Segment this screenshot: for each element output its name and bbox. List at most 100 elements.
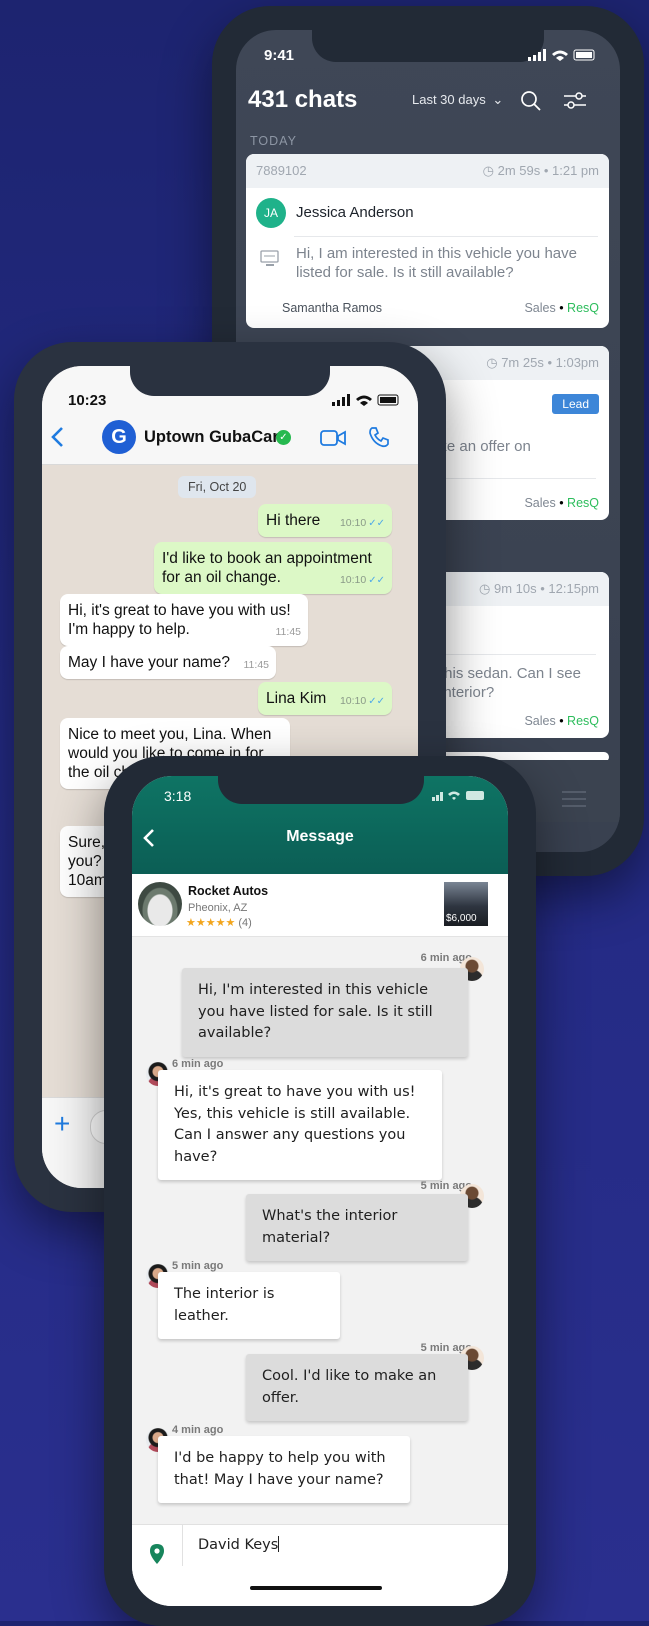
status-icons [528, 49, 598, 62]
verified-check-icon: ✓ [276, 430, 291, 445]
chat-id: 7889102 [256, 163, 307, 178]
dealer-logo [138, 882, 182, 926]
message-screen: 3:18 Message Rocket Autos Pheonix, AZ ★★… [132, 776, 508, 1606]
message-preview: this sedan. Can I see interior? [440, 664, 581, 702]
agent-name: Samantha Ramos [282, 301, 383, 315]
dealer-location: Pheonix, AZ [188, 902, 248, 914]
phone-call-icon[interactable] [368, 426, 390, 448]
chat-duration: 2m 59s [497, 163, 541, 178]
chevron-down-icon: ⌄ [492, 92, 504, 107]
dept-tag: Sales [524, 714, 556, 728]
status-icons [432, 790, 488, 802]
range-filter[interactable]: Last 30 days ⌄ [412, 92, 503, 108]
contact-name[interactable]: Uptown GubaCar [144, 428, 279, 447]
page-title: Message [286, 828, 354, 845]
source-tag: ResQ [567, 714, 599, 728]
menu-icon[interactable] [562, 790, 586, 808]
message-line: this sedan. Can I see [440, 665, 581, 682]
chat-tags: Sales • ResQ [524, 496, 599, 510]
clock-icon: ◷ [486, 355, 498, 370]
message-bubble-in: May I have your name? 11:45 [60, 646, 276, 679]
chat-time: 12:15pm [548, 581, 599, 596]
review-count: (4) [238, 917, 252, 929]
message-timestamp: 5 min ago [172, 1260, 224, 1272]
message-text: May I have your name? [68, 654, 230, 671]
chat-time: 1:21 pm [552, 163, 599, 178]
message-time: 11:45 [275, 626, 302, 638]
video-call-icon[interactable] [320, 429, 346, 447]
time-text: 10:10 [339, 517, 367, 529]
message-preview: Hi, I am interested in this vehicle you … [296, 245, 577, 281]
filter-sliders-icon[interactable] [564, 92, 586, 110]
rating-stars-icon: ★★★★★ (4) [186, 917, 252, 929]
message-bubble-out: Hi, I'm interested in this vehicle you h… [182, 968, 468, 1057]
chat-tags: Sales • ResQ [524, 714, 599, 728]
contact-avatar: G [102, 420, 136, 454]
chat-time: 1:03pm [555, 355, 599, 370]
avatar-initials: JA [256, 198, 286, 228]
message-bubble-out: I'd like to book an appointment for an o… [154, 542, 392, 594]
contact-name: Jessica Anderson [296, 204, 414, 221]
chat-tags: Sales • ResQ [524, 301, 599, 315]
time-text: 10:10 [339, 574, 367, 586]
message-time: 10:10 ✓✓ [340, 514, 385, 533]
status-time: 3:18 [164, 788, 192, 804]
text-cursor [278, 1536, 280, 1552]
lead-badge: Lead [552, 394, 599, 414]
divider [294, 236, 598, 237]
location-pin-icon[interactable] [150, 1544, 164, 1564]
message-bubble-in: Hi, it's great to have you with us! Yes,… [158, 1070, 442, 1180]
double-check-icon: ✓✓ [368, 518, 385, 529]
source-tag: ResQ [567, 496, 599, 510]
divider [182, 1524, 183, 1566]
message-time: 10:10 ✓✓ [340, 571, 385, 590]
chat-card[interactable]: 7889102 ◷ 2m 59s • 1:21 pm JA Jessica An… [246, 154, 609, 328]
notch [312, 30, 544, 62]
search-icon[interactable] [520, 90, 542, 112]
dept-tag: Sales [524, 301, 556, 315]
plus-icon[interactable]: + [54, 1110, 70, 1138]
status-time: 10:23 [68, 392, 107, 409]
message-bubble-out: Cool. I'd like to make an offer. [246, 1354, 468, 1421]
message-time: 11:45 [243, 659, 270, 671]
date-chip: Fri, Oct 20 [178, 476, 257, 498]
section-label-today: TODAY [250, 134, 297, 148]
vehicle-price: $6,000 [446, 913, 477, 924]
message-timestamp: 4 min ago [172, 1424, 224, 1436]
time-text: 10:10 [339, 695, 367, 707]
chat-duration: 9m 10s [493, 581, 537, 596]
chat-meta: ◷ 9m 10s • 12:15pm [479, 581, 599, 596]
chat-meta: ◷ 7m 25s • 1:03pm [486, 355, 599, 370]
dept-tag: Sales [524, 496, 556, 510]
chat-card-header: 7889102 ◷ 2m 59s • 1:21 pm [246, 154, 609, 188]
message-bubble-out: What's the interior material? [246, 1194, 468, 1261]
chat-duration: 7m 25s [501, 355, 544, 370]
double-check-icon: ✓✓ [368, 696, 385, 707]
chat-meta: ◷ 2m 59s • 1:21 pm [482, 163, 599, 178]
notch [130, 366, 330, 396]
marketplace-message-phone: 3:18 Message Rocket Autos Pheonix, AZ ★★… [104, 756, 536, 1626]
vehicle-thumbnail[interactable]: $6,000 [444, 882, 488, 926]
status-icons [332, 394, 402, 407]
dealer-name: Rocket Autos [188, 884, 269, 898]
double-check-icon: ✓✓ [368, 575, 385, 586]
desktop-icon [260, 250, 280, 268]
message-bubble-in: The interior is leather. [158, 1272, 340, 1339]
range-filter-label: Last 30 days [412, 92, 486, 107]
message-bubble-in: I'd be happy to help you with that! May … [158, 1436, 410, 1503]
message-text: Hi, it's great to have you with us! I'm … [68, 602, 291, 638]
message-bubble-out: Lina Kim 10:10 ✓✓ [258, 682, 392, 715]
message-input-value: David Keys [198, 1537, 279, 1553]
clock-icon: ◷ [479, 581, 491, 596]
message-line: interior? [440, 684, 495, 701]
source-tag: ResQ [567, 301, 599, 315]
message-bubble-out: Hi there 10:10 ✓✓ [258, 504, 392, 537]
chat-count-title: 431 chats [248, 86, 358, 113]
message-text: Hi there [266, 512, 321, 529]
notch [218, 776, 424, 804]
back-chevron-icon[interactable] [50, 426, 66, 448]
message-timestamp: 6 min ago [172, 1058, 224, 1070]
home-indicator [250, 1586, 382, 1590]
message-input[interactable]: David Keys [198, 1536, 488, 1560]
message-text: Lina Kim [266, 690, 327, 707]
